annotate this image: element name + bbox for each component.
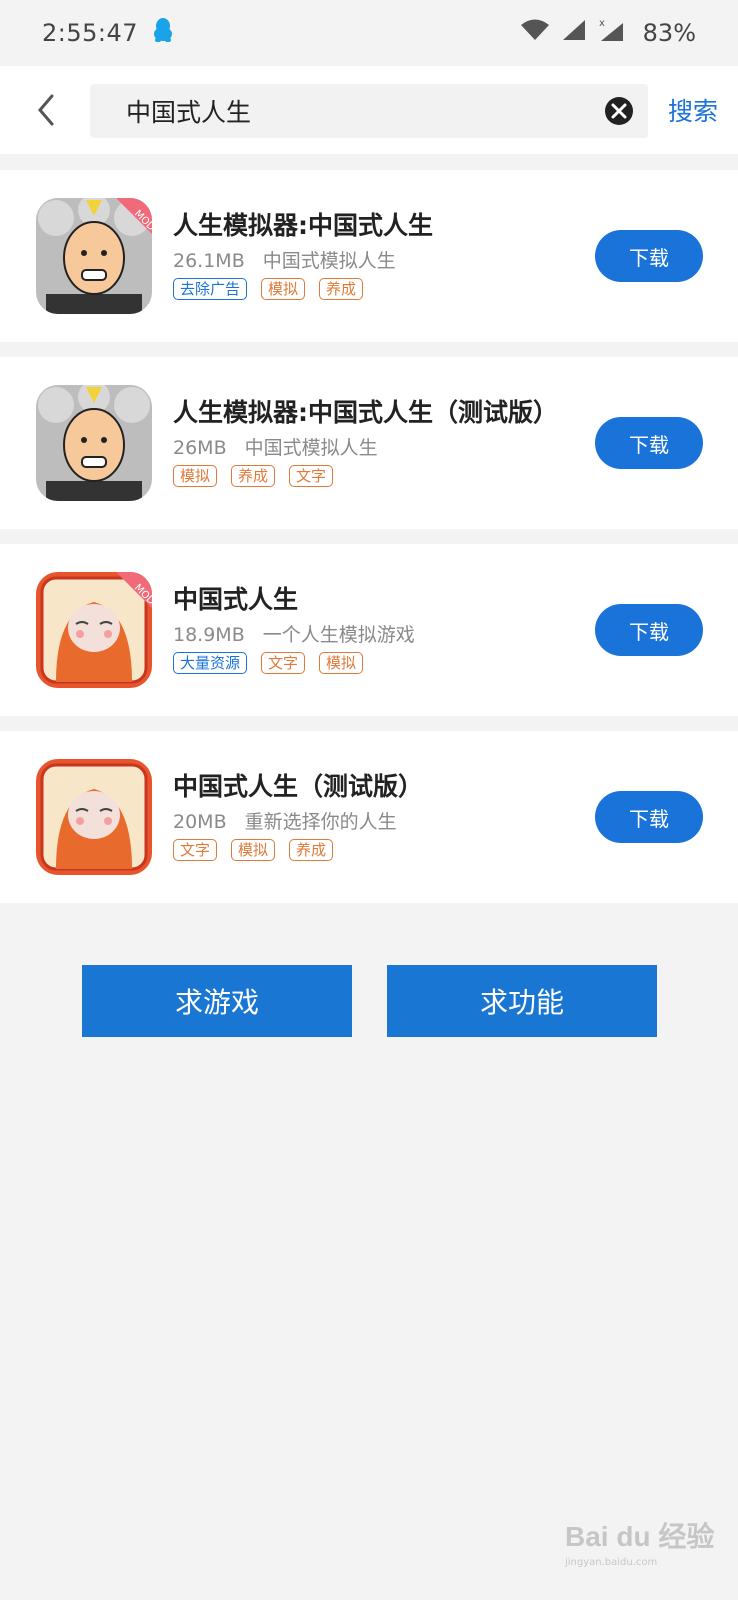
app-icon-baby: MOD bbox=[36, 572, 152, 688]
app-meta: 20MB 重新选择你的人生 bbox=[173, 807, 397, 834]
tag: 大量资源 bbox=[173, 652, 248, 674]
list-item[interactable]: MOD 中国式人生 18.9MB 一个人生模拟游戏 大量资源 文字 模拟 下载 bbox=[0, 544, 738, 716]
search-header: 中国式人生 搜索 bbox=[0, 66, 738, 154]
tag-list: 文字 模拟 养成 bbox=[173, 839, 334, 861]
request-game-button[interactable]: 求游戏 bbox=[82, 965, 352, 1037]
tag-list: 模拟 养成 文字 bbox=[173, 465, 334, 487]
list-item[interactable]: MOD 人生模拟器:中国式人生 26.1MB 中国式模拟人生 去除广告 模拟 养… bbox=[0, 170, 738, 342]
app-title: 中国式人生 bbox=[173, 585, 299, 614]
search-button[interactable]: 搜索 bbox=[668, 92, 718, 128]
tag: 文字 bbox=[261, 652, 306, 674]
app-desc: 中国式模拟人生 bbox=[244, 437, 378, 459]
watermark-url: jingyan.baidu.com bbox=[565, 1557, 658, 1568]
tag: 去除广告 bbox=[173, 278, 248, 300]
download-button[interactable]: 下载 bbox=[595, 604, 703, 656]
svg-text:x: x bbox=[599, 18, 605, 29]
tag: 模拟 bbox=[231, 839, 276, 861]
app-desc: 中国式模拟人生 bbox=[262, 250, 396, 272]
watermark-brand: Bai du 经验 bbox=[565, 1521, 715, 1552]
tag: 养成 bbox=[319, 278, 364, 300]
download-button[interactable]: 下载 bbox=[595, 791, 703, 843]
result-list: MOD 人生模拟器:中国式人生 26.1MB 中国式模拟人生 去除广告 模拟 养… bbox=[0, 170, 738, 918]
app-meta: 26MB 中国式模拟人生 bbox=[173, 433, 378, 460]
tag: 模拟 bbox=[261, 278, 306, 300]
status-bar: 2:55:47 x 83% bbox=[0, 0, 738, 66]
tag: 养成 bbox=[289, 839, 334, 861]
app-icon-baby bbox=[36, 759, 152, 875]
qq-icon bbox=[152, 17, 174, 49]
signal-icon bbox=[561, 18, 587, 48]
app-desc: 一个人生模拟游戏 bbox=[262, 624, 415, 646]
wifi-icon bbox=[519, 18, 551, 48]
download-button[interactable]: 下载 bbox=[595, 230, 703, 282]
download-button[interactable]: 下载 bbox=[595, 417, 703, 469]
baidu-watermark: Bai du 经验 jingyan.baidu.com bbox=[565, 1515, 725, 1585]
tag-list: 大量资源 文字 模拟 bbox=[173, 652, 364, 674]
app-icon-bald-man bbox=[36, 385, 152, 501]
status-time: 2:55:47 bbox=[42, 19, 139, 47]
back-icon[interactable] bbox=[28, 88, 68, 132]
app-title: 人生模拟器:中国式人生 bbox=[173, 211, 433, 240]
battery-level: 83% bbox=[642, 19, 696, 47]
search-query: 中国式人生 bbox=[126, 98, 252, 127]
list-item[interactable]: 中国式人生（测试版） 20MB 重新选择你的人生 文字 模拟 养成 下载 bbox=[0, 731, 738, 903]
search-input[interactable]: 中国式人生 bbox=[90, 84, 648, 138]
app-size: 26MB bbox=[173, 437, 227, 459]
signal-no-service-icon: x bbox=[597, 17, 625, 49]
app-size: 18.9MB bbox=[173, 624, 245, 646]
app-meta: 18.9MB 一个人生模拟游戏 bbox=[173, 620, 415, 647]
app-desc: 重新选择你的人生 bbox=[244, 811, 397, 833]
tag: 模拟 bbox=[319, 652, 364, 674]
clear-icon[interactable] bbox=[604, 96, 634, 126]
tag: 养成 bbox=[231, 465, 276, 487]
tag: 模拟 bbox=[173, 465, 218, 487]
app-title: 中国式人生（测试版） bbox=[173, 772, 424, 801]
tag: 文字 bbox=[289, 465, 334, 487]
app-title: 人生模拟器:中国式人生（测试版） bbox=[173, 398, 558, 427]
app-icon-bald-man: MOD bbox=[36, 198, 152, 314]
app-size: 26.1MB bbox=[173, 250, 245, 272]
app-meta: 26.1MB 中国式模拟人生 bbox=[173, 246, 396, 273]
app-size: 20MB bbox=[173, 811, 227, 833]
list-item[interactable]: 人生模拟器:中国式人生（测试版） 26MB 中国式模拟人生 模拟 养成 文字 下… bbox=[0, 357, 738, 529]
request-feature-button[interactable]: 求功能 bbox=[387, 965, 657, 1037]
tag-list: 去除广告 模拟 养成 bbox=[173, 278, 364, 300]
tag: 文字 bbox=[173, 839, 218, 861]
